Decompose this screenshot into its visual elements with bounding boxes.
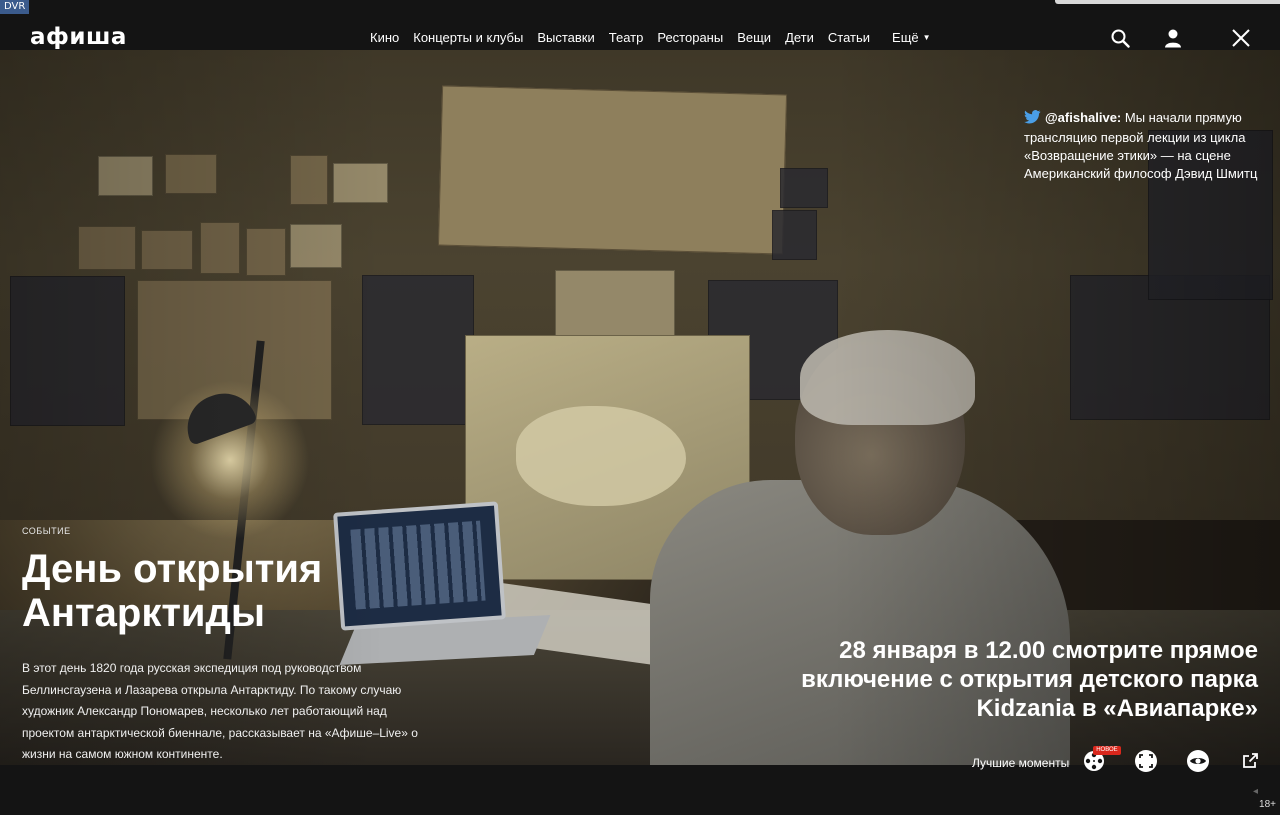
top-navigation-bar: DVR афиша Кино Концерты и клубы Выставки… — [0, 0, 1280, 50]
event-title: День открытия Антарктиды — [22, 547, 323, 635]
twitter-bird-icon — [1024, 110, 1041, 129]
user-icon[interactable] — [1162, 27, 1184, 49]
caret-down-icon: ▼ — [922, 33, 931, 42]
scroll-hint-icon: ◂ — [1252, 786, 1258, 797]
event-description: В этот день 1820 года русская экспедиция… — [22, 661, 418, 761]
new-badge: НОВОЕ — [1093, 746, 1121, 755]
event-info: Событие День открытия Антарктиды В этот … — [22, 526, 437, 766]
nav-item-things[interactable]: Вещи — [737, 30, 771, 46]
player-controls: Лучшие моменты НОВОЕ — [972, 746, 1263, 778]
nav-item-concerts[interactable]: Концерты и клубы — [413, 30, 523, 46]
nav-item-articles[interactable]: Статьи — [828, 30, 870, 46]
twitter-feed[interactable]: @afishalive: Мы начали прямую трансляцию… — [1024, 109, 1264, 183]
nav-item-theatre[interactable]: Театр — [609, 30, 644, 46]
event-category: Событие — [22, 526, 71, 536]
nav-more-dropdown[interactable]: Ещё ▼ — [892, 30, 931, 46]
fullscreen-button[interactable] — [1133, 749, 1159, 778]
nav-item-kino[interactable]: Кино — [370, 30, 399, 46]
afisha-logo[interactable]: афиша — [30, 24, 127, 50]
best-moments-button[interactable]: НОВОЕ — [1081, 746, 1121, 776]
horizontal-scrollbar[interactable] — [1055, 0, 1280, 4]
main-nav: Кино Концерты и клубы Выставки Театр Рес… — [370, 30, 945, 46]
search-icon[interactable] — [1109, 27, 1131, 49]
nav-more-label: Ещё — [892, 30, 919, 45]
open-external-button[interactable] — [1237, 750, 1263, 776]
age-rating: 18+ — [1259, 799, 1276, 810]
nav-item-kids[interactable]: Дети — [785, 30, 814, 46]
live-announcement: 28 января в 12.00 смотрите прямое включе… — [801, 637, 1258, 722]
external-link-icon — [1242, 753, 1258, 773]
fullscreen-icon — [1134, 749, 1158, 778]
nav-item-exhibitions[interactable]: Выставки — [537, 30, 594, 46]
dvr-badge: DVR — [0, 0, 30, 14]
nav-item-restaurants[interactable]: Рестораны — [657, 30, 723, 46]
close-icon[interactable] — [1230, 27, 1252, 49]
eye-icon — [1186, 749, 1210, 778]
view-mode-button[interactable] — [1185, 749, 1211, 778]
tweet-handle[interactable]: @afishalive: — [1045, 110, 1121, 125]
best-moments-label[interactable]: Лучшие моменты — [972, 756, 1069, 770]
